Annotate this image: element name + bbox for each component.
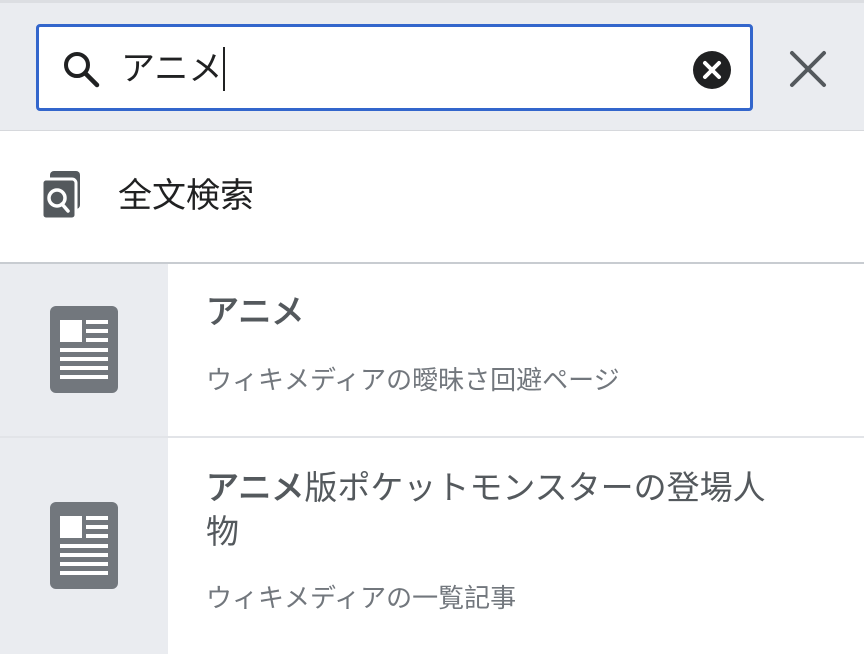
result-description: ウィキメディアの一覧記事 (206, 584, 517, 614)
article-icon (50, 306, 118, 393)
fulltext-search-icon (40, 171, 80, 221)
close-icon[interactable] (786, 47, 830, 91)
article-icon (50, 502, 118, 589)
result-title-match: アニメ (206, 292, 305, 331)
result-description: ウィキメディアの曖昧さ回避ページ (206, 366, 620, 396)
fulltext-search-label: 全文検索 (118, 176, 254, 216)
search-icon (64, 52, 100, 88)
fulltext-search-button[interactable]: 全文検索 (0, 131, 864, 263)
text-caret (223, 46, 226, 91)
result-title: アニメ版ポケットモンスターの登場人物 (206, 466, 786, 554)
search-result-item[interactable]: アニメ版ポケットモンスターの登場人物 ウィキメディアの一覧記事 (0, 438, 864, 654)
search-box[interactable]: アニメ (36, 24, 753, 111)
search-toolbar: アニメ (0, 0, 864, 131)
result-title: アニメ (206, 290, 786, 334)
clear-search-icon[interactable] (692, 50, 732, 90)
result-thumbnail (0, 438, 168, 654)
result-title-match: アニメ (206, 468, 305, 507)
search-input[interactable]: アニメ (121, 45, 226, 93)
search-result-item[interactable]: アニメ ウィキメディアの曖昧さ回避ページ (0, 264, 864, 436)
result-thumbnail (0, 264, 168, 436)
search-query: アニメ (121, 49, 223, 89)
